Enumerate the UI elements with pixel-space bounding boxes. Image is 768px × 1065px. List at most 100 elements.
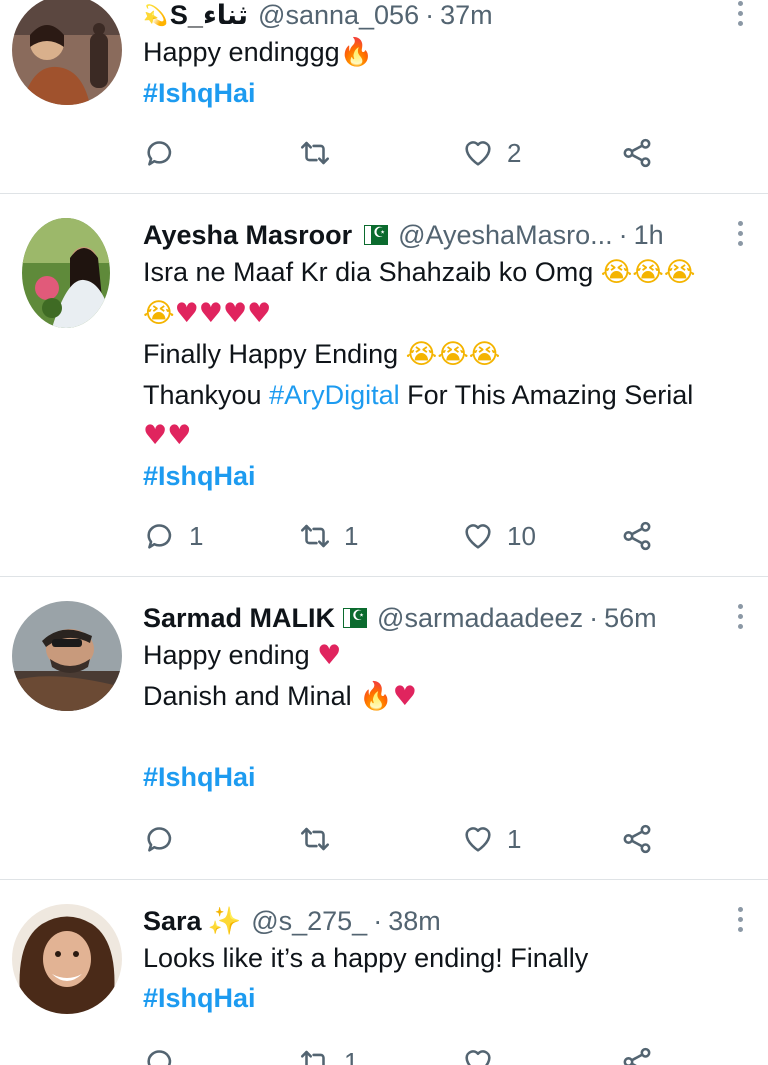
display-name[interactable]: Sara — [143, 906, 202, 937]
retweet-button[interactable]: 1 — [298, 516, 358, 556]
timestamp[interactable]: 56m — [604, 603, 657, 634]
hashtag-link[interactable]: #IshqHai — [143, 78, 256, 108]
more-options-icon[interactable] — [728, 218, 752, 248]
tweet-text-line: #IshqHai — [143, 757, 755, 797]
more-options-icon[interactable] — [728, 0, 752, 28]
tweet-actions: 1 1 10 — [143, 516, 663, 556]
like-icon — [461, 519, 495, 553]
separator: · — [373, 905, 383, 936]
tweet-header: Sarmad MALIK @sarmadaadeez · 56m — [143, 601, 755, 635]
tweet-text-line: Finally Happy Ending 😭😭😭 — [143, 334, 755, 375]
tweet-text-line: ♥♥ — [143, 415, 755, 456]
tweet[interactable]: 💫 S_ثناء @sanna_056 · 37m Happy endinggg… — [0, 0, 768, 193]
heart-emoji: ♥♥ — [143, 420, 192, 451]
retweet-count: 1 — [344, 520, 359, 551]
pakistan-flag-icon — [343, 608, 368, 628]
tweet[interactable]: Sara ✨ @s_275_ · 38m Looks like it’s a h… — [0, 880, 768, 1065]
tweet-body: Happy ending ♥ Danish and Minal 🔥♥ #IshqH… — [143, 635, 755, 797]
separator: · — [618, 219, 628, 250]
reply-button[interactable] — [143, 819, 189, 859]
like-count: 10 — [507, 520, 536, 551]
fire-emoji: 🔥 — [359, 681, 393, 712]
retweet-button[interactable]: 1 — [298, 1042, 358, 1065]
hashtag-link[interactable]: #IshqHai — [143, 461, 256, 491]
like-count: 2 — [507, 137, 522, 168]
tweet-text: For This Amazing Serial — [399, 380, 694, 410]
tweet-body: Isra ne Maaf Kr dia Shahzaib ko Omg 😭😭😭 😭… — [143, 252, 755, 496]
tweet-text-line: Looks like it’s a happy ending! Finally — [143, 938, 755, 978]
avatar[interactable] — [12, 601, 122, 711]
display-name[interactable]: S_ثناء — [170, 0, 248, 31]
display-name[interactable]: Sarmad MALIK — [143, 603, 335, 634]
display-name[interactable]: Ayesha Masroor — [143, 220, 352, 251]
reply-button[interactable]: 1 — [143, 516, 203, 556]
like-button[interactable]: 2 — [461, 133, 521, 173]
more-options-icon[interactable] — [728, 601, 752, 631]
share-icon — [620, 136, 654, 170]
tweet-text-line: Isra ne Maaf Kr dia Shahzaib ko Omg 😭😭😭 — [143, 252, 755, 293]
timestamp[interactable]: 1h — [634, 220, 664, 251]
tweet-text-line — [143, 717, 755, 757]
tweet-text: Thankyou — [143, 380, 270, 410]
tweet-text-line: 😭♥♥♥♥ — [143, 293, 755, 334]
cry-emoji: 😭😭😭 — [405, 339, 501, 370]
reply-button[interactable] — [143, 133, 189, 173]
tweet-text: Isra ne Maaf Kr dia Shahzaib ko Omg — [143, 257, 601, 287]
share-button[interactable] — [620, 819, 666, 859]
tweet-text-line: Danish and Minal 🔥♥ — [143, 676, 755, 717]
avatar[interactable] — [22, 218, 110, 328]
tweet-text-line: #IshqHai — [143, 456, 755, 496]
tweet-text: Finally Happy Ending — [143, 339, 406, 369]
user-handle[interactable]: @sarmadaadeez — [377, 603, 583, 634]
share-icon — [620, 822, 654, 856]
timestamp[interactable]: 37m — [440, 0, 493, 31]
like-button[interactable]: 1 — [461, 819, 521, 859]
retweet-button[interactable] — [298, 819, 344, 859]
user-handle[interactable]: @sanna_056 — [258, 0, 419, 31]
timestamp[interactable]: 38m — [388, 906, 441, 937]
like-button[interactable]: 10 — [461, 516, 536, 556]
share-button[interactable] — [620, 133, 666, 173]
hashtag-link[interactable]: #IshqHai — [143, 983, 256, 1013]
hashtag-link[interactable]: #IshqHai — [143, 762, 256, 792]
share-button[interactable] — [620, 1042, 666, 1065]
tweet[interactable]: Ayesha Masroor @AyeshaMasro... · 1h Isra… — [0, 194, 768, 576]
tweet-text-line: #IshqHai — [143, 978, 755, 1018]
retweet-button[interactable] — [298, 133, 344, 173]
user-handle[interactable]: @AyeshaMasro... — [398, 220, 613, 251]
tweet-text-line: Happy endinggg🔥 — [143, 32, 755, 73]
like-count: 1 — [507, 823, 522, 854]
reply-icon — [143, 519, 177, 553]
heart-emoji: ♥ — [392, 681, 417, 712]
name-prefix-emoji: 💫 — [143, 3, 168, 27]
fire-emoji: 🔥 — [339, 37, 374, 68]
tweet-text: Happy endinggg — [143, 37, 340, 67]
cry-emoji: 😭 — [143, 298, 175, 329]
share-icon — [620, 1045, 654, 1065]
like-button[interactable] — [461, 1042, 507, 1065]
avatar[interactable] — [12, 0, 122, 105]
more-options-icon[interactable] — [728, 904, 752, 934]
like-icon — [461, 822, 495, 856]
tweet-header: 💫 S_ثناء @sanna_056 · 37m — [143, 0, 755, 32]
share-button[interactable] — [620, 516, 666, 556]
cry-emoji: 😭😭😭 — [600, 257, 696, 288]
like-icon — [461, 1045, 495, 1065]
tweet-text-line: Happy ending ♥ — [143, 635, 755, 676]
tweet-text: Looks like it’s a happy ending! Finally — [143, 943, 589, 973]
reply-button[interactable] — [143, 1042, 189, 1065]
avatar[interactable] — [12, 904, 122, 1014]
reply-icon — [143, 1045, 177, 1065]
heart-emoji: ♥♥♥♥ — [174, 298, 272, 329]
retweet-icon — [298, 822, 332, 856]
tweet-header: Sara ✨ @s_275_ · 38m — [143, 904, 755, 938]
retweet-icon — [298, 1045, 332, 1065]
separator: · — [589, 602, 599, 633]
tweet[interactable]: Sarmad MALIK @sarmadaadeez · 56m Happy e… — [0, 577, 768, 879]
name-suffix-emoji: ✨ — [207, 906, 242, 937]
tweet-text: Happy ending — [143, 640, 318, 670]
like-icon — [461, 136, 495, 170]
hashtag-link[interactable]: #AryDigital — [269, 380, 400, 410]
user-handle[interactable]: @s_275_ — [251, 906, 367, 937]
retweet-count: 1 — [344, 1046, 359, 1065]
